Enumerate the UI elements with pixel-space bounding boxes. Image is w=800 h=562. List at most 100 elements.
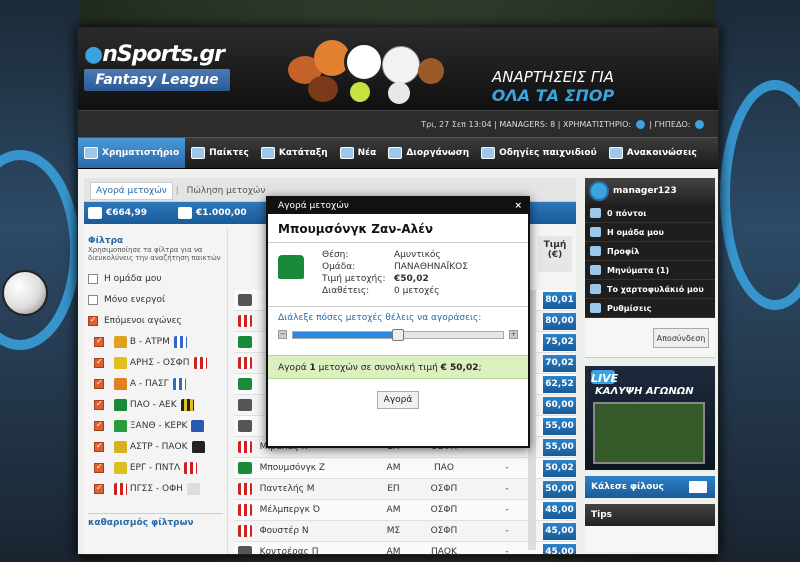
checkbox[interactable] (88, 273, 98, 284)
chart-icon (84, 147, 98, 159)
shirt-icon (238, 399, 252, 411)
checkbox[interactable] (94, 357, 104, 368)
menu-my-team[interactable]: Η ομάδα μου (585, 223, 715, 242)
price-button[interactable]: 75,02 (542, 333, 576, 351)
shirt-icon (238, 357, 252, 369)
filter-match[interactable]: ΑΡΗΣ - ΟΣΦΠ (88, 352, 223, 373)
filter-only-active[interactable]: Μόνο ενεργοί (88, 289, 223, 310)
nav-market[interactable]: Χρηματιστήριο (78, 138, 186, 168)
price-button[interactable]: 62,52 (542, 375, 576, 393)
ball-icon (388, 147, 403, 159)
clear-filters-link[interactable]: καθαρισμός φίλτρων (88, 513, 223, 528)
banner[interactable]: ΑΝΑΡΤΗΣΕΙΣ ΓΙΑ ΟΛΑ ΤΑ ΣΠΟΡ (463, 68, 643, 105)
nav-announcements[interactable]: Ανακοινώσεις (603, 138, 703, 168)
nav-league[interactable]: Διοργάνωση (382, 138, 475, 168)
decrease-button[interactable]: − (278, 330, 287, 339)
briefcase-icon (590, 284, 601, 294)
menu-messages[interactable]: Μηνύματα (1) (585, 261, 715, 280)
player-name: Μπουμσόνγκ Ζαν-Αλέν (268, 214, 528, 243)
price-header[interactable]: Τιμή (€) (538, 236, 572, 272)
tab-sell-shares[interactable]: Πώληση μετοχών (182, 183, 271, 199)
slider-track[interactable] (292, 329, 504, 341)
nav-players[interactable]: Παίκτες (185, 138, 255, 168)
table-row[interactable]: Φουστέρ Ν ΜΣ ΟΣΦΠ -45,00 (234, 521, 576, 542)
menu-settings[interactable]: Ρυθμίσεις (585, 299, 715, 318)
filter-match[interactable]: ΑΣΤΡ - ΠΑΟΚ (88, 436, 223, 457)
menu-points[interactable]: 0 πόντοι (585, 204, 715, 223)
shirt-icon (114, 377, 127, 390)
checkbox[interactable] (94, 441, 104, 452)
menu-profile[interactable]: Προφίλ (585, 242, 715, 261)
user-header: manager123 (585, 178, 715, 204)
checkbox[interactable] (94, 483, 104, 494)
filter-match[interactable]: ΠΓΣΣ - ΟΦΗ (88, 478, 223, 499)
player-name-cell[interactable]: Παντελής Μ (258, 484, 373, 494)
increase-button[interactable]: + (509, 330, 518, 339)
quantity-slider[interactable]: − + (278, 327, 518, 343)
shirt-icon (114, 440, 127, 453)
price-button[interactable]: 50,02 (542, 459, 576, 477)
shirt-icon (238, 315, 252, 327)
filter-match[interactable]: ΞΑΝΘ - ΚΕΡΚ (88, 415, 223, 436)
balance: €664,99 (106, 208, 147, 218)
envelope-icon (590, 265, 601, 275)
price-button[interactable]: 70,02 (542, 354, 576, 372)
filter-my-team[interactable]: Η ομάδα μου (88, 268, 223, 289)
checkbox[interactable] (88, 315, 98, 326)
table-row[interactable]: Μπουμσόνγκ Ζ ΑΜ ΠΑΟ -50,02 (234, 458, 576, 479)
player-name-cell[interactable]: Μέλμπεργκ Ό (258, 505, 373, 515)
table-row[interactable]: Κοντρέρας Π ΑΜ ΠΑΟΚ -45,00 (234, 542, 576, 555)
checkbox[interactable] (94, 336, 104, 347)
nav-standings[interactable]: Κατάταξη (255, 138, 334, 168)
player-name-cell[interactable]: Φουστέρ Ν (258, 526, 373, 536)
close-icon[interactable]: × (514, 198, 522, 214)
filter-match[interactable]: ΕΡΓ - ΠΝΤΛ (88, 457, 223, 478)
filters-panel: Φίλτρα Χρησιμοποίησε τα φίλτρα για να δι… (84, 228, 228, 554)
shirt-icon (238, 294, 252, 306)
filter-match[interactable]: Β - ΑΤΡΜ (88, 331, 223, 352)
shirt-icon (238, 462, 252, 474)
live-coverage-banner[interactable]: LIVE ΚΑΛΥΨΗ ΑΓΩΝΩΝ (585, 366, 715, 470)
price-button[interactable]: 45,00 (542, 522, 576, 540)
shirt-icon (238, 441, 252, 453)
slider-handle[interactable] (392, 329, 404, 341)
nav-news[interactable]: Νέα (334, 138, 383, 168)
price-button[interactable]: 45,00 (542, 543, 576, 554)
filter-match[interactable]: ΠΑΟ - ΑΕΚ (88, 394, 223, 415)
player-name-cell[interactable]: Κοντρέρας Π (258, 547, 373, 554)
price-button[interactable]: 80,01 (542, 291, 576, 309)
player-name-cell[interactable]: Μπουμσόνγκ Ζ (258, 463, 373, 473)
checkbox[interactable] (94, 399, 104, 410)
shirt-icon (173, 335, 187, 348)
shirt-icon (238, 378, 252, 390)
price-button[interactable]: 80,00 (542, 312, 576, 330)
price-button[interactable]: 55,00 (542, 417, 576, 435)
logout-button[interactable]: Αποσύνδεση (653, 328, 709, 348)
nav-guide[interactable]: Οδηγίες παιχνιδιού (475, 138, 603, 168)
checkbox[interactable] (94, 462, 104, 473)
table-row[interactable]: Μέλμπεργκ Ό ΑΜ ΟΣΦΠ -48,00 (234, 500, 576, 521)
logo[interactable]: ●nSports.gr Fantasy League (84, 42, 234, 102)
checkbox[interactable] (88, 294, 98, 305)
checkbox[interactable] (94, 420, 104, 431)
menu-portfolio[interactable]: Το χαρτοφυλάκιό μου (585, 280, 715, 299)
filter-next-matches[interactable]: Επόμενοι αγώνες (88, 310, 223, 331)
price-button[interactable]: 60,00 (542, 396, 576, 414)
position-cell: ΑΜ (386, 505, 401, 515)
table-row[interactable]: Παντελής Μ ΕΠ ΟΣΦΠ -50,00 (234, 479, 576, 500)
filter-match[interactable]: Α - ΠΑΣΓ (88, 373, 223, 394)
buy-button[interactable]: Αγορά (377, 391, 419, 409)
price-button[interactable]: 48,00 (542, 501, 576, 519)
price-button[interactable]: 50,00 (542, 480, 576, 498)
price-button[interactable]: 55,00 (542, 438, 576, 456)
checkbox[interactable] (94, 378, 104, 389)
portfolio-icon (178, 207, 192, 219)
team-cell: ΠΑΟΚ (430, 547, 457, 555)
news-icon (339, 147, 354, 159)
shirt-icon (180, 398, 194, 411)
sports-balls-image (288, 38, 448, 104)
player-info: Θέση: Αμυντικός Ομάδα: ΠΑΝΑΘΗΝΑΪΚΟΣ Τιμή μ… (268, 243, 528, 307)
invite-friends-button[interactable]: Κάλεσε φίλους (585, 476, 715, 498)
shirt-icon (238, 336, 252, 348)
tab-buy-shares[interactable]: Αγορά μετοχών (90, 182, 173, 200)
